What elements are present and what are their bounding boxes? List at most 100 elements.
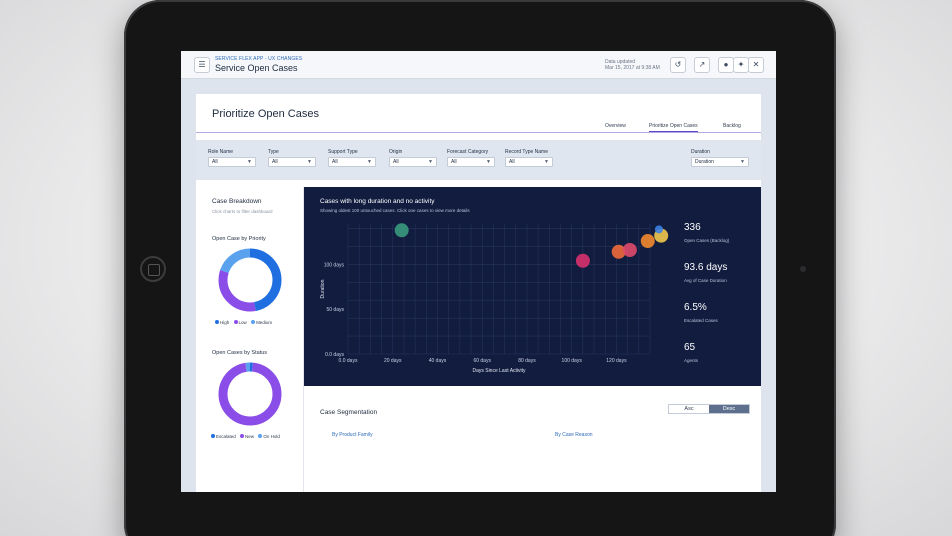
filter-select-role[interactable]: All ▼ xyxy=(208,157,256,167)
priority-donut-chart[interactable] xyxy=(215,245,285,315)
tab-prioritize-open-cases[interactable]: Prioritize Open Cases xyxy=(649,123,698,132)
legend-swatch xyxy=(233,320,238,324)
page-title: Prioritize Open Cases xyxy=(212,108,319,120)
legend-swatch xyxy=(258,434,263,438)
filter-bar: Role Name All ▼ Type All ▼ Support Type Al… xyxy=(196,140,761,180)
kpi-agents-value: 65 xyxy=(684,342,696,353)
legend-swatch xyxy=(215,320,219,324)
tabs-divider xyxy=(196,132,761,133)
x-tick-label: 120 days xyxy=(606,358,627,364)
y-tick-label: 0.0 days xyxy=(325,352,344,358)
updated-time: Mar 15, 2017 at 9:38 AM xyxy=(605,65,660,71)
y-axis-label: Duration xyxy=(320,279,326,298)
scatter-point[interactable] xyxy=(394,223,409,238)
scatter-chart[interactable]: 0.0 days 20 days 40 days 60 days 80 days 100 … xyxy=(304,216,674,386)
front-camera xyxy=(800,266,806,272)
kpi-avg-duration-value: 93.6 days xyxy=(684,262,728,273)
scatter-title: Cases with long duration and no activity xyxy=(320,198,435,205)
filter-value: All xyxy=(451,159,457,165)
legend-escalated: Escalated xyxy=(216,434,236,439)
scatter-subtitle: Showing oldest 100 untouched cases. Clic… xyxy=(320,208,470,213)
x-tick-label: 0.0 days xyxy=(339,358,358,364)
filter-label-origin: Origin xyxy=(389,149,403,155)
case-segmentation-title: Case Segmentation xyxy=(320,409,378,416)
status-donut-chart[interactable] xyxy=(215,359,285,429)
status-legend: Escalated New On Hold xyxy=(208,434,280,439)
kpi-escalated-value: 6.5% xyxy=(684,302,707,313)
chevron-down-icon: ▼ xyxy=(247,159,252,165)
pin-icon[interactable]: ✦ xyxy=(733,57,749,73)
filter-select-record-type[interactable]: All ▼ xyxy=(505,157,553,167)
status-slice-new[interactable] xyxy=(218,362,282,426)
filter-value: All xyxy=(509,159,515,165)
legend-medium: Medium xyxy=(256,320,273,325)
menu-icon[interactable]: ☰ xyxy=(194,57,210,73)
chevron-down-icon: ▼ xyxy=(544,159,549,165)
x-tick-label: 80 days xyxy=(518,358,536,364)
asc-button[interactable]: Asc xyxy=(669,405,709,413)
scatter-point[interactable] xyxy=(640,234,655,249)
dashboard-panel: Prioritize Open Cases Overview Prioritiz… xyxy=(196,94,761,492)
tab-backlog[interactable]: Backlog xyxy=(723,123,741,129)
filter-select-type[interactable]: All ▼ xyxy=(268,157,316,167)
filter-value: All xyxy=(332,159,338,165)
chevron-down-icon: ▼ xyxy=(307,159,312,165)
case-breakdown-subtitle: Click charts to filter dashboard xyxy=(212,209,273,214)
x-tick-label: 100 days xyxy=(562,358,583,364)
app-kicker: SERVICE FLEX APP - UX CHANGES xyxy=(215,56,303,62)
filter-select-duration[interactable]: Duration ▼ xyxy=(691,157,749,167)
filter-label-forecast-category: Forecast Category xyxy=(447,149,489,155)
data-updated: Data updated Mar 15, 2017 at 9:38 AM xyxy=(605,59,660,71)
tab-overview[interactable]: Overview xyxy=(605,123,626,129)
kpi-escalated-label: Escalated Cases xyxy=(684,318,718,323)
filter-label-type: Type xyxy=(268,149,279,155)
filter-value: Duration xyxy=(695,159,714,165)
desc-button[interactable]: Desc xyxy=(709,405,749,413)
filter-select-forecast-category[interactable]: All ▼ xyxy=(447,157,495,167)
filter-label-duration: Duration xyxy=(691,149,710,155)
refresh-icon[interactable]: ↺ xyxy=(670,57,686,73)
status-donut-title: Open Cases by Status xyxy=(212,350,268,356)
scatter-point[interactable] xyxy=(654,225,663,234)
filter-value: All xyxy=(272,159,278,165)
legend-swatch xyxy=(251,320,256,324)
share-icon[interactable]: ↗ xyxy=(694,57,710,73)
filter-label-support-type: Support Type xyxy=(328,149,358,155)
by-product-family-link[interactable]: By Product Family xyxy=(332,432,373,438)
filter-select-origin[interactable]: All ▼ xyxy=(389,157,437,167)
scatter-point[interactable] xyxy=(622,243,637,257)
case-breakdown-title: Case Breakdown xyxy=(212,198,262,205)
chevron-down-icon: ▼ xyxy=(486,159,491,165)
chevron-down-icon: ▼ xyxy=(428,159,433,165)
legend-new: New xyxy=(245,434,255,439)
legend-swatch xyxy=(240,434,245,438)
legend-low: Low xyxy=(238,320,247,325)
x-tick-label: 60 days xyxy=(473,358,491,364)
chevron-down-icon: ▼ xyxy=(367,159,372,165)
legend-high: High xyxy=(220,320,230,325)
scatter-panel: Cases with long duration and no activity… xyxy=(304,187,761,386)
comment-icon[interactable]: ● xyxy=(718,57,734,73)
sort-toggle: Asc Desc xyxy=(668,404,750,414)
filter-value: All xyxy=(212,159,218,165)
kpi-open-cases-value: 336 xyxy=(684,222,701,233)
legend-swatch xyxy=(211,434,215,438)
case-breakdown: Case Breakdown Click charts to filter da… xyxy=(196,187,304,492)
filter-select-support-type[interactable]: All ▼ xyxy=(328,157,376,167)
filter-label-role: Role Name xyxy=(208,149,234,155)
scatter-point[interactable] xyxy=(575,253,590,268)
x-axis-label: Days Since Last Activity xyxy=(472,368,526,374)
chevron-down-icon: ▼ xyxy=(740,159,745,165)
filter-value: All xyxy=(393,159,399,165)
priority-legend: High Low Medium xyxy=(212,320,272,325)
kpi-open-cases-label: Open Cases (Backlog) xyxy=(684,238,730,243)
by-case-reason-link[interactable]: By Case Reason xyxy=(555,432,593,438)
kpi-avg-duration-label: Avg of Case Duration xyxy=(684,278,727,283)
app-title: Service Open Cases xyxy=(215,63,298,73)
close-icon[interactable]: ✕ xyxy=(748,57,764,73)
top-bar: ☰ SERVICE FLEX APP - UX CHANGES Service … xyxy=(181,51,776,79)
home-button[interactable] xyxy=(140,256,166,282)
legend-on-hold: On Hold xyxy=(263,434,280,439)
y-tick-label: 100 days xyxy=(324,262,345,268)
x-tick-label: 40 days xyxy=(429,358,447,364)
